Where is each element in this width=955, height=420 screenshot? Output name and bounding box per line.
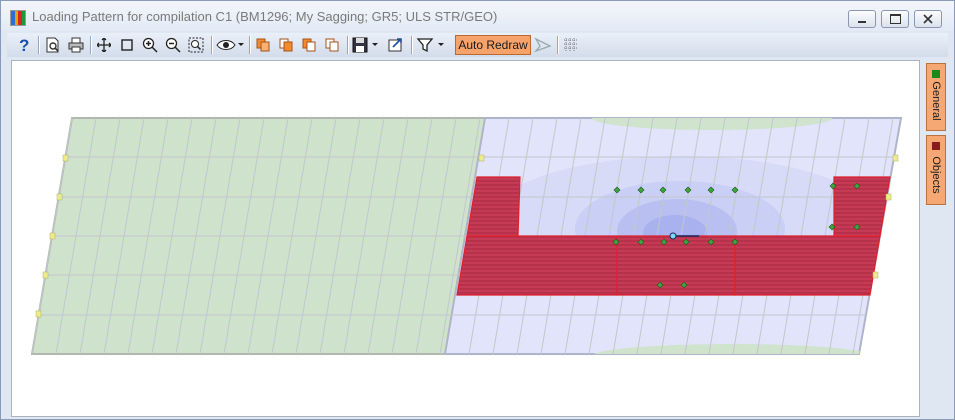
copy-orange-4-button[interactable]	[322, 35, 342, 55]
maximize-icon	[889, 14, 901, 24]
minimize-icon	[858, 21, 866, 23]
zoom-extents-button[interactable]	[186, 35, 206, 55]
filter-button[interactable]	[415, 35, 447, 55]
save-button[interactable]	[351, 35, 381, 55]
filter-icon	[416, 38, 444, 53]
tab-objects[interactable]: Objects	[926, 135, 946, 205]
copy-orange-3-button[interactable]	[299, 35, 319, 55]
copy-orange-1-button[interactable]	[253, 35, 273, 55]
window-title: Loading Pattern for compilation C1 (BM12…	[32, 9, 498, 24]
zoom-in-button[interactable]	[140, 35, 160, 55]
save-icon	[352, 37, 378, 53]
toolbar: ? Auto Redraw	[7, 33, 948, 57]
arrow-tool-button[interactable]	[533, 35, 553, 55]
maximize-button[interactable]	[881, 10, 909, 28]
pan-button[interactable]	[94, 35, 114, 55]
load-patch-right-top	[833, 176, 891, 237]
objects-tab-swatch	[932, 142, 940, 150]
print-preview-button[interactable]	[42, 35, 64, 55]
tab-objects-label: Objects	[930, 156, 942, 195]
export-icon	[388, 38, 402, 52]
grid-icon	[564, 38, 578, 51]
title-bar: Loading Pattern for compilation C1 (BM12…	[1, 1, 954, 31]
zoom-out-icon	[165, 37, 181, 53]
minimize-button[interactable]	[848, 10, 876, 28]
zoom-out-button[interactable]	[163, 35, 183, 55]
view-eye-button[interactable]	[215, 35, 245, 55]
help-button[interactable]: ?	[13, 35, 35, 55]
drawing-canvas[interactable]	[11, 60, 920, 417]
pan-icon	[97, 38, 111, 52]
print-button[interactable]	[65, 35, 87, 55]
zoom-window-button[interactable]	[117, 35, 137, 55]
export-button[interactable]	[385, 35, 407, 55]
close-button[interactable]	[914, 10, 942, 28]
copy-orange-2-icon	[279, 38, 293, 52]
load-patch-center	[616, 235, 736, 296]
tab-general-label: General	[930, 81, 942, 121]
side-panel: General Objects	[922, 60, 954, 418]
load-patch-left-bottom	[456, 235, 618, 296]
zoom-in-icon	[142, 37, 158, 53]
svg-text:?: ?	[19, 36, 29, 54]
load-patch-left-top	[466, 176, 521, 237]
tab-general[interactable]: General	[926, 63, 946, 131]
loading-pattern-window: Loading Pattern for compilation C1 (BM12…	[0, 0, 955, 420]
grid-button[interactable]	[561, 35, 581, 55]
loading-pattern-drawing	[30, 117, 903, 355]
help-icon: ?	[19, 36, 29, 54]
bar-chart-app-icon	[10, 10, 26, 26]
print-icon	[68, 37, 84, 53]
copy-orange-1-icon	[256, 38, 270, 52]
general-tab-swatch	[932, 70, 940, 78]
auto-redraw-button[interactable]: Auto Redraw	[455, 35, 531, 55]
close-icon	[923, 14, 933, 24]
print-preview-icon	[46, 37, 59, 53]
copy-orange-2-button[interactable]	[276, 35, 296, 55]
copy-orange-3-icon	[302, 38, 316, 52]
copy-orange-4-icon	[325, 38, 339, 52]
view-eye-icon	[216, 40, 244, 50]
arrow-tool-icon	[534, 37, 552, 53]
load-patch-right-bottom	[734, 235, 881, 296]
zoom-extents-icon	[188, 37, 204, 53]
zoom-window-icon	[121, 39, 133, 51]
